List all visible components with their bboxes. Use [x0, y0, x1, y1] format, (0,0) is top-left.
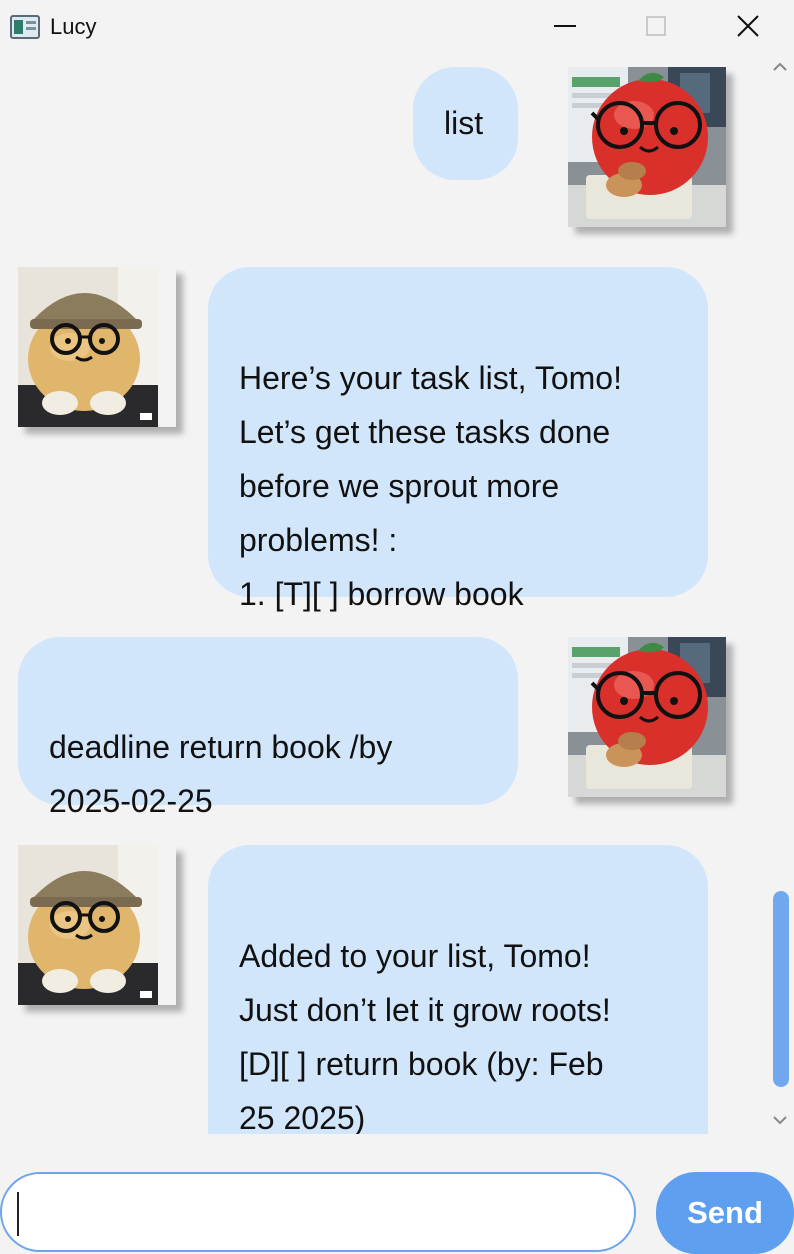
message-text: Here’s your task list, Tomo! Let’s get t… — [239, 360, 622, 612]
message-input[interactable] — [2, 1174, 634, 1250]
tomato-plush-icon — [568, 67, 726, 227]
text-caret — [17, 1192, 19, 1236]
message-text: list — [444, 105, 484, 141]
app-window-icon — [10, 15, 40, 39]
message-text: Added to your list, Tomo! Just don’t let… — [239, 938, 611, 1134]
maximize-icon — [646, 16, 666, 36]
bot-message-bubble: Added to your list, Tomo! Just don’t let… — [208, 845, 708, 1134]
scroll-up-arrow-icon[interactable] — [771, 60, 789, 74]
close-button[interactable] — [724, 4, 772, 48]
send-button[interactable]: Send — [656, 1172, 794, 1254]
minimize-icon — [554, 25, 576, 27]
message-text: deadline return book /by 2025-02-25 — [49, 729, 393, 819]
window-title: Lucy — [50, 14, 97, 39]
user-avatar — [568, 637, 726, 797]
scrollbar-thumb[interactable] — [773, 891, 789, 1087]
user-message-bubble: deadline return book /by 2025-02-25 — [18, 637, 518, 819]
message-input-wrapper[interactable] — [0, 1172, 636, 1252]
title-bar: Lucy — [0, 0, 794, 56]
potato-plush-icon — [18, 845, 158, 1005]
bot-avatar — [18, 267, 176, 427]
user-avatar — [568, 67, 726, 227]
bot-message-bubble: Here’s your task list, Tomo! Let’s get t… — [208, 267, 708, 612]
user-message-bubble: list — [413, 67, 518, 180]
minimize-button[interactable] — [541, 4, 589, 48]
bot-avatar — [18, 845, 176, 1005]
chat-scroll-pane[interactable]: list Here’s your task list, Tomo! Let’s … — [0, 56, 768, 1134]
tomato-plush-icon — [568, 637, 726, 797]
scroll-down-arrow-icon[interactable] — [771, 1113, 789, 1127]
maximize-button[interactable] — [632, 4, 680, 48]
close-icon — [737, 15, 759, 37]
potato-plush-icon — [18, 267, 158, 427]
